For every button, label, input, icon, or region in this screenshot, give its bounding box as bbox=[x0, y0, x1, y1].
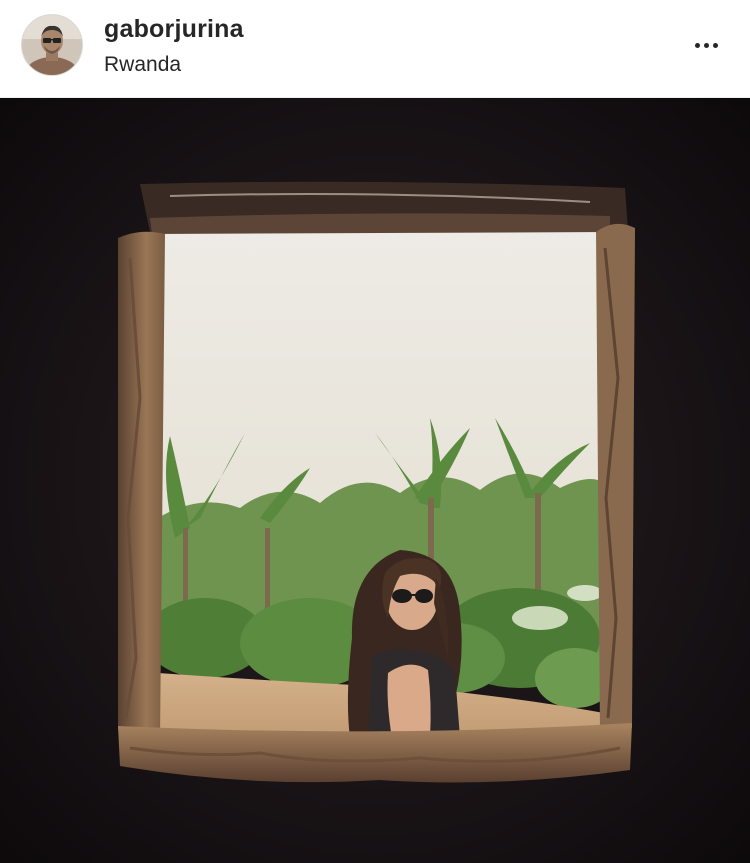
post-location[interactable]: Rwanda bbox=[104, 53, 181, 77]
window-view bbox=[145, 228, 615, 748]
more-options-button[interactable] bbox=[684, 30, 728, 60]
avatar-photo-icon bbox=[22, 15, 82, 75]
more-horizontal-icon bbox=[694, 42, 700, 48]
instagram-post: gaborjurina Rwanda bbox=[0, 0, 750, 863]
woman-figure bbox=[347, 550, 462, 738]
post-header: gaborjurina Rwanda bbox=[0, 0, 750, 98]
user-avatar[interactable] bbox=[21, 14, 83, 76]
post-image bbox=[0, 98, 750, 863]
post-username[interactable]: gaborjurina bbox=[104, 15, 244, 44]
post-photo[interactable] bbox=[0, 98, 750, 863]
